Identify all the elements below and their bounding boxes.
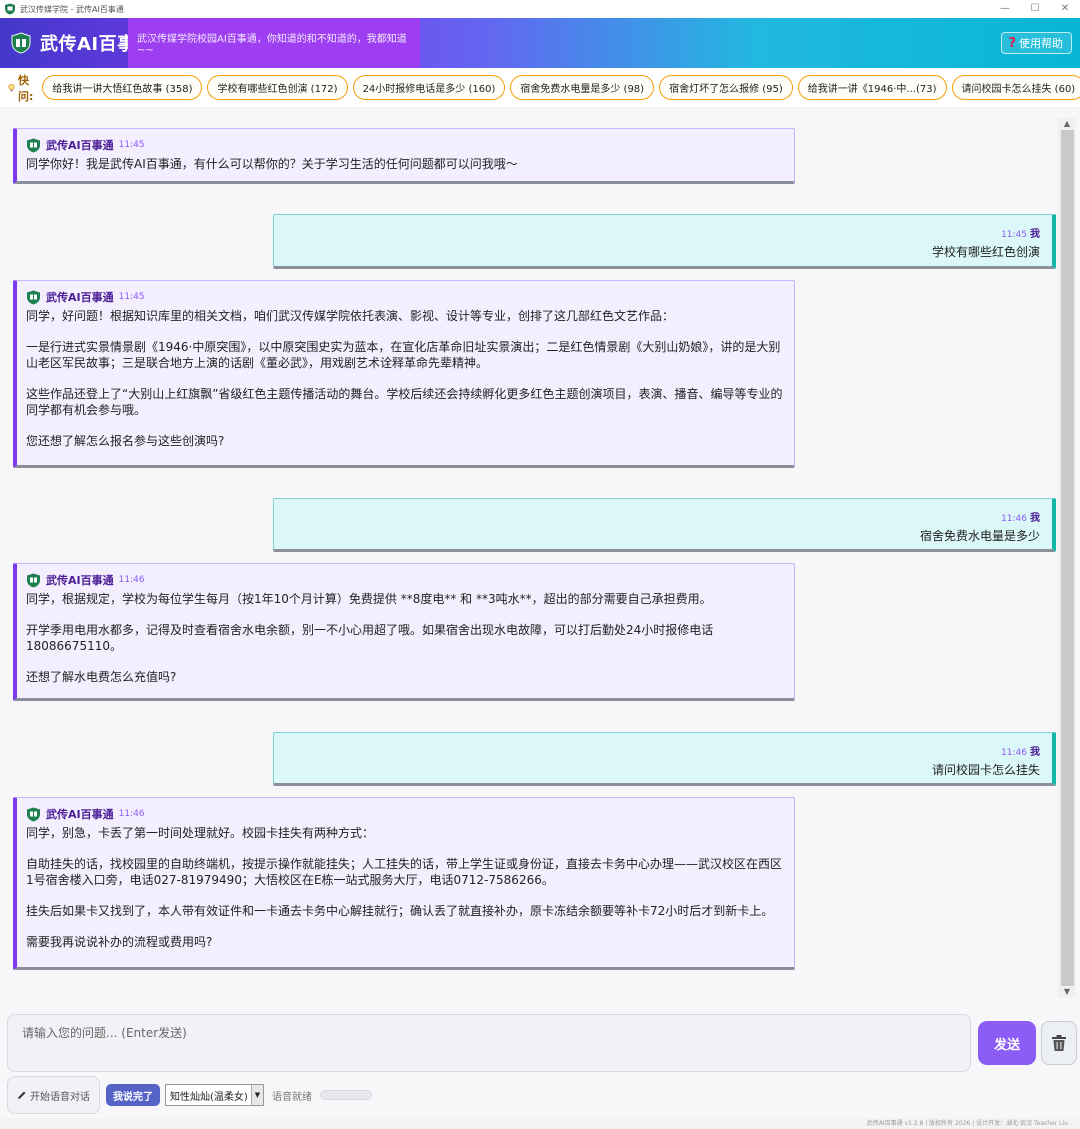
bot-avatar-icon (27, 573, 40, 587)
app-header: 武传AI百事通 武汉传媒学院校园AI百事通，你知道的和不知道的，我都知道~~ ?… (0, 18, 1080, 68)
user-message: 11:45 我 学校有哪些红色创演 (273, 214, 1056, 269)
message-time: 11:45 (1001, 230, 1027, 240)
message-time: 11:45 (118, 292, 145, 302)
voice-select-value: 知性灿灿(温柔女) (170, 1091, 248, 1103)
user-message: 11:46 我 宿舍免费水电量是多少 (273, 498, 1056, 552)
bot-name: 武传AI百事通 (46, 808, 114, 821)
bot-avatar-icon (27, 807, 40, 821)
bot-avatar-icon (27, 138, 40, 152)
message-paragraph: 自助挂失的话，找校园里的自助终端机，按提示操作就能挂失；人工挂失的话，带上学生证… (26, 857, 783, 887)
message-input[interactable]: 请输入您的问题... (Enter发送) (7, 1014, 971, 1072)
message-paragraph: 还想了解水电费怎么充值吗? (26, 670, 177, 684)
message-paragraph: 您还想了解怎么报名参与这些创演吗? (26, 434, 225, 448)
scroll-up-icon[interactable]: ▲ (1058, 118, 1076, 130)
maximize-button[interactable]: ☐ (1020, 0, 1050, 18)
bot-avatar-icon (27, 290, 40, 304)
quick-chip[interactable]: 给我讲一讲大悟红色故事 (358) (42, 75, 203, 100)
minimize-button[interactable]: — (990, 0, 1020, 18)
quick-chip[interactable]: 学校有哪些红色创演 (172) (207, 75, 348, 100)
window-titlebar: 武汉传媒学院 - 武传AI百事通 — ☐ ✕ (0, 0, 1080, 18)
user-name: 我 (1030, 229, 1040, 240)
quick-label: 快问: (8, 72, 36, 104)
voice-controls: 开始语音对话 我说完了 知性灿灿(温柔女) ▼ 语音就绪 (7, 1076, 372, 1114)
shield-logo-icon (11, 32, 31, 54)
quick-chip[interactable]: 宿舍灯坏了怎么报修 (95) (659, 75, 793, 100)
done-speaking-button[interactable]: 我说完了 (106, 1084, 160, 1106)
voice-select[interactable]: 知性灿灿(温柔女) ▼ (165, 1084, 264, 1106)
message-time: 11:46 (1001, 514, 1027, 524)
message-text: 宿舍免费水电量是多少 (919, 529, 1040, 543)
scrollbar-thumb[interactable] (1061, 130, 1074, 986)
bot-name: 武传AI百事通 (46, 139, 114, 152)
window-controls: — ☐ ✕ (990, 0, 1080, 18)
quick-chip[interactable]: 宿舍免费水电量是多少 (98) (510, 75, 655, 100)
app-slogan: 武汉传媒学院校园AI百事通，你知道的和不知道的，我都知道~~ (128, 18, 420, 68)
bot-name: 武传AI百事通 (46, 574, 114, 587)
quick-label-text: 快问: (17, 73, 34, 103)
message-time: 11:45 (118, 140, 145, 150)
question-icon: ? (1008, 35, 1016, 51)
voice-status: 语音就绪 (272, 1091, 312, 1103)
message-paragraph: 同学，好问题！根据知识库里的相关文档，咱们武汉传媒学院依托表演、影视、设计等专业… (26, 309, 675, 323)
help-button[interactable]: ? 使用帮助 (1001, 32, 1072, 54)
bot-message: 武传AI百事通 11:45 同学，好问题！根据知识库里的相关文档，咱们武汉传媒学… (13, 280, 795, 468)
message-paragraph: 开学季用电用水都多，记得及时查看宿舍水电余额，别一不小心用超了哦。如果宿舍出现水… (26, 623, 714, 653)
send-button[interactable]: 发送 (978, 1021, 1036, 1065)
message-time: 11:46 (118, 575, 145, 585)
message-paragraph: 挂失后如果卡又找到了，本人带有效证件和一卡通去卡务中心解挂就行；确认丢了就直接补… (26, 904, 774, 918)
message-text: 学校有哪些红色创演 (931, 245, 1040, 259)
message-paragraph: 同学，别急，卡丢了第一时间处理就好。校园卡挂失有两种方式： (26, 826, 375, 840)
message-paragraph: 一是行进式实景情景剧《1946·中原突围》，以中原突围史实为蓝本，在宣化店革命旧… (26, 340, 781, 370)
start-voice-label: 开始语音对话 (30, 1091, 90, 1103)
clear-chat-button[interactable] (1041, 1021, 1077, 1065)
scroll-down-icon[interactable]: ▼ (1058, 986, 1076, 998)
chat-scrollbar[interactable]: ▲ ▼ (1058, 118, 1076, 998)
user-message: 11:46 我 请问校园卡怎么挂失 (273, 732, 1056, 786)
user-name: 我 (1030, 513, 1040, 524)
message-time: 11:46 (118, 809, 145, 819)
close-button[interactable]: ✕ (1050, 0, 1080, 18)
voice-level-meter (320, 1090, 372, 1100)
message-paragraph: 这些作品还登上了“大别山上红旗飘”省级红色主题传播活动的舞台。学校后续还会持续孵… (26, 387, 783, 417)
bot-message: 武传AI百事通 11:46 同学，别急，卡丢了第一时间处理就好。校园卡挂失有两种… (13, 797, 795, 970)
quick-chip[interactable]: 给我讲一讲《1946·中...(73) (797, 75, 947, 100)
help-label: 使用帮助 (1019, 37, 1063, 50)
app-icon (5, 3, 15, 15)
chevron-down-icon: ▼ (251, 1085, 263, 1105)
quick-questions-bar: 快问: 给我讲一讲大悟红色故事 (358) 学校有哪些红色创演 (172) 24… (0, 68, 1080, 108)
window-title: 武汉传媒学院 - 武传AI百事通 (20, 4, 124, 14)
start-voice-button[interactable]: 开始语音对话 (7, 1076, 100, 1114)
message-paragraph: 同学，根据规定，学校为每位学生每月（按1年10个月计算）免费提供 **8度电**… (26, 592, 712, 606)
chat-history[interactable]: 武传AI百事通 11:45 同学你好！我是武传AI百事通，有什么可以帮你的？关于… (0, 110, 1058, 1008)
bot-message: 武传AI百事通 11:45 同学你好！我是武传AI百事通，有什么可以帮你的？关于… (13, 128, 795, 184)
message-paragraph: 需要我再说说补办的流程或费用吗? (26, 935, 213, 949)
quick-chip[interactable]: 请问校园卡怎么挂失 (60) (951, 75, 1080, 100)
message-text: 同学你好！我是武传AI百事通，有什么可以帮你的？关于学习生活的任何问题都可以问我… (26, 157, 518, 171)
pencil-icon (18, 1091, 26, 1099)
bot-name: 武传AI百事通 (46, 291, 114, 304)
lightbulb-icon (8, 83, 15, 91)
bot-message: 武传AI百事通 11:46 同学，根据规定，学校为每位学生每月（按1年10个月计… (13, 563, 795, 701)
user-name: 我 (1030, 747, 1040, 758)
footer: 武传AI百事通 v1.2.8 | 版权所有 2026 | 设计开发：湖北·武汉 … (0, 1118, 1080, 1129)
quick-chip[interactable]: 24小时报修电话是多少 (160) (352, 75, 506, 100)
message-text: 请问校园卡怎么挂失 (931, 763, 1040, 777)
message-time: 11:46 (1001, 748, 1027, 758)
trash-icon (1052, 1035, 1066, 1051)
